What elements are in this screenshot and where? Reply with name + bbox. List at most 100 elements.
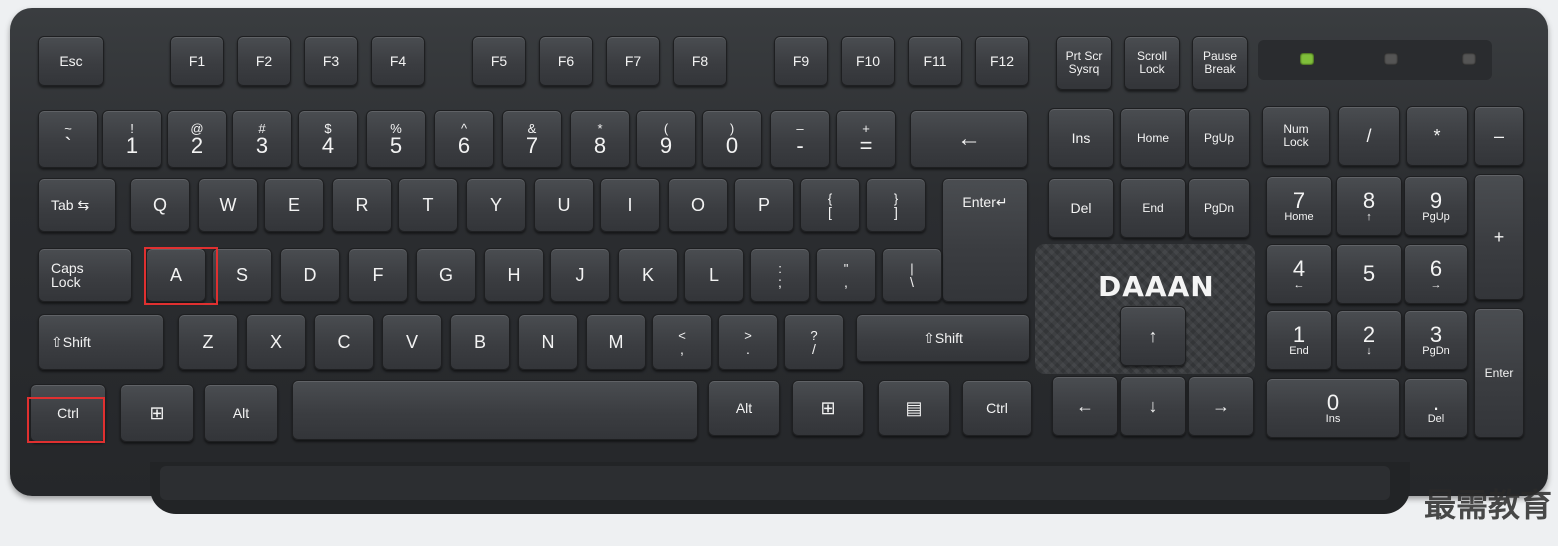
key-left-bracket[interactable]: {[ bbox=[800, 178, 860, 232]
key-right-win[interactable]: ⊞ bbox=[792, 380, 864, 436]
key-f2[interactable]: F2 bbox=[237, 36, 291, 86]
key-numpad-5[interactable]: 5 bbox=[1336, 244, 1402, 304]
key-numpad-1[interactable]: 1 End bbox=[1266, 310, 1332, 370]
key-numpad-0[interactable]: 0 Ins bbox=[1266, 378, 1400, 438]
key-s[interactable]: S bbox=[212, 248, 272, 302]
key-f7[interactable]: F7 bbox=[606, 36, 660, 86]
key-l[interactable]: L bbox=[684, 248, 744, 302]
key-right-alt[interactable]: Alt bbox=[708, 380, 780, 436]
key-k[interactable]: K bbox=[618, 248, 678, 302]
key-right-ctrl[interactable]: Ctrl bbox=[962, 380, 1032, 436]
key-3[interactable]: #3 bbox=[232, 110, 292, 168]
key-end[interactable]: End bbox=[1120, 178, 1186, 238]
key-0[interactable]: ) 0 bbox=[702, 110, 762, 168]
key-num-lock[interactable]: Num Lock bbox=[1262, 106, 1330, 166]
key-x[interactable]: X bbox=[246, 314, 306, 370]
key-right-shift[interactable]: ⇧Shift bbox=[856, 314, 1030, 362]
key-o[interactable]: O bbox=[668, 178, 728, 232]
key-numpad-enter[interactable]: Enter bbox=[1474, 308, 1524, 438]
key-r[interactable]: R bbox=[332, 178, 392, 232]
key-9[interactable]: (9 bbox=[636, 110, 696, 168]
key-e[interactable]: E bbox=[264, 178, 324, 232]
key-c[interactable]: C bbox=[314, 314, 374, 370]
key-h[interactable]: H bbox=[484, 248, 544, 302]
key-comma[interactable]: <, bbox=[652, 314, 712, 370]
key-6[interactable]: ^ 6 bbox=[434, 110, 494, 168]
key-w[interactable]: W bbox=[198, 178, 258, 232]
key-home[interactable]: Home bbox=[1120, 108, 1186, 168]
key-f5[interactable]: F5 bbox=[472, 36, 526, 86]
key-f[interactable]: F bbox=[348, 248, 408, 302]
key-numpad-divide[interactable]: / bbox=[1338, 106, 1400, 166]
key-page-up[interactable]: PgUp bbox=[1188, 108, 1250, 168]
key-numpad-plus[interactable]: + bbox=[1474, 174, 1524, 300]
key-f4[interactable]: F4 bbox=[371, 36, 425, 86]
key-left-alt[interactable]: Alt bbox=[204, 384, 278, 442]
key-v[interactable]: V bbox=[382, 314, 442, 370]
key-numpad-3[interactable]: 3 PgDn bbox=[1404, 310, 1468, 370]
key-minus[interactable]: – - bbox=[770, 110, 830, 168]
key-period[interactable]: >. bbox=[718, 314, 778, 370]
key-numpad-2[interactable]: 2 ↓ bbox=[1336, 310, 1402, 370]
key-page-down[interactable]: PgDn bbox=[1188, 178, 1250, 238]
key-esc[interactable]: Esc bbox=[38, 36, 104, 86]
key-m[interactable]: M bbox=[586, 314, 646, 370]
key-i[interactable]: I bbox=[600, 178, 660, 232]
key-numpad-6[interactable]: 6 → bbox=[1404, 244, 1468, 304]
key-5[interactable]: % 5 bbox=[366, 110, 426, 168]
key-f8[interactable]: F8 bbox=[673, 36, 727, 86]
key-pause[interactable]: Pause Break bbox=[1192, 36, 1248, 90]
key-semicolon[interactable]: :; bbox=[750, 248, 810, 302]
key-d[interactable]: D bbox=[280, 248, 340, 302]
key-numpad-dot[interactable]: . Del bbox=[1404, 378, 1468, 438]
key-g[interactable]: G bbox=[416, 248, 476, 302]
key-backtick[interactable]: ~ ` bbox=[38, 110, 98, 168]
key-numpad-4[interactable]: 4 ← bbox=[1266, 244, 1332, 304]
key-equals[interactable]: + = bbox=[836, 110, 896, 168]
key-prtscr[interactable]: Prt Scr Sysrq bbox=[1056, 36, 1112, 90]
key-tab[interactable]: Tab ⇆ bbox=[38, 178, 116, 232]
key-f10[interactable]: F10 bbox=[841, 36, 895, 86]
key-enter[interactable]: Enter↵ bbox=[942, 178, 1028, 302]
key-2[interactable]: @2 bbox=[167, 110, 227, 168]
key-f1[interactable]: F1 bbox=[170, 36, 224, 86]
key-left-shift[interactable]: ⇧Shift bbox=[38, 314, 164, 370]
key-space[interactable] bbox=[292, 380, 698, 440]
key-numpad-9[interactable]: 9 PgUp bbox=[1404, 176, 1468, 236]
key-u[interactable]: U bbox=[534, 178, 594, 232]
key-4[interactable]: $4 bbox=[298, 110, 358, 168]
key-n[interactable]: N bbox=[518, 314, 578, 370]
key-numpad-multiply[interactable]: * bbox=[1406, 106, 1468, 166]
key-left-win[interactable]: ⊞ bbox=[120, 384, 194, 442]
key-quote[interactable]: ", bbox=[816, 248, 876, 302]
key-f12[interactable]: F12 bbox=[975, 36, 1029, 86]
key-right-bracket[interactable]: }] bbox=[866, 178, 926, 232]
key-f9[interactable]: F9 bbox=[774, 36, 828, 86]
key-backslash[interactable]: | \ bbox=[882, 248, 942, 302]
key-arrow-up[interactable]: ↑ bbox=[1120, 306, 1186, 366]
key-arrow-right[interactable]: → bbox=[1188, 376, 1254, 436]
key-8[interactable]: * 8 bbox=[570, 110, 630, 168]
key-scroll-lock[interactable]: Scroll Lock bbox=[1124, 36, 1180, 90]
key-1[interactable]: ! 1 bbox=[102, 110, 162, 168]
key-arrow-down[interactable]: ↓ bbox=[1120, 376, 1186, 436]
key-slash[interactable]: ? / bbox=[784, 314, 844, 370]
key-f3[interactable]: F3 bbox=[304, 36, 358, 86]
key-insert[interactable]: Ins bbox=[1048, 108, 1114, 168]
key-menu[interactable]: ▤ bbox=[878, 380, 950, 436]
key-q[interactable]: Q bbox=[130, 178, 190, 232]
key-7[interactable]: & 7 bbox=[502, 110, 562, 168]
key-numpad-8[interactable]: 8 ↑ bbox=[1336, 176, 1402, 236]
key-numpad-7[interactable]: 7 Home bbox=[1266, 176, 1332, 236]
key-y[interactable]: Y bbox=[466, 178, 526, 232]
key-p[interactable]: P bbox=[734, 178, 794, 232]
key-f6[interactable]: F6 bbox=[539, 36, 593, 86]
key-delete[interactable]: Del bbox=[1048, 178, 1114, 238]
key-numpad-minus[interactable]: – bbox=[1474, 106, 1524, 166]
key-j[interactable]: J bbox=[550, 248, 610, 302]
key-arrow-left[interactable]: ← bbox=[1052, 376, 1118, 436]
key-backspace[interactable]: ← bbox=[910, 110, 1028, 168]
key-caps-lock[interactable]: Caps Lock bbox=[38, 248, 132, 302]
key-f11[interactable]: F11 bbox=[908, 36, 962, 86]
key-z[interactable]: Z bbox=[178, 314, 238, 370]
